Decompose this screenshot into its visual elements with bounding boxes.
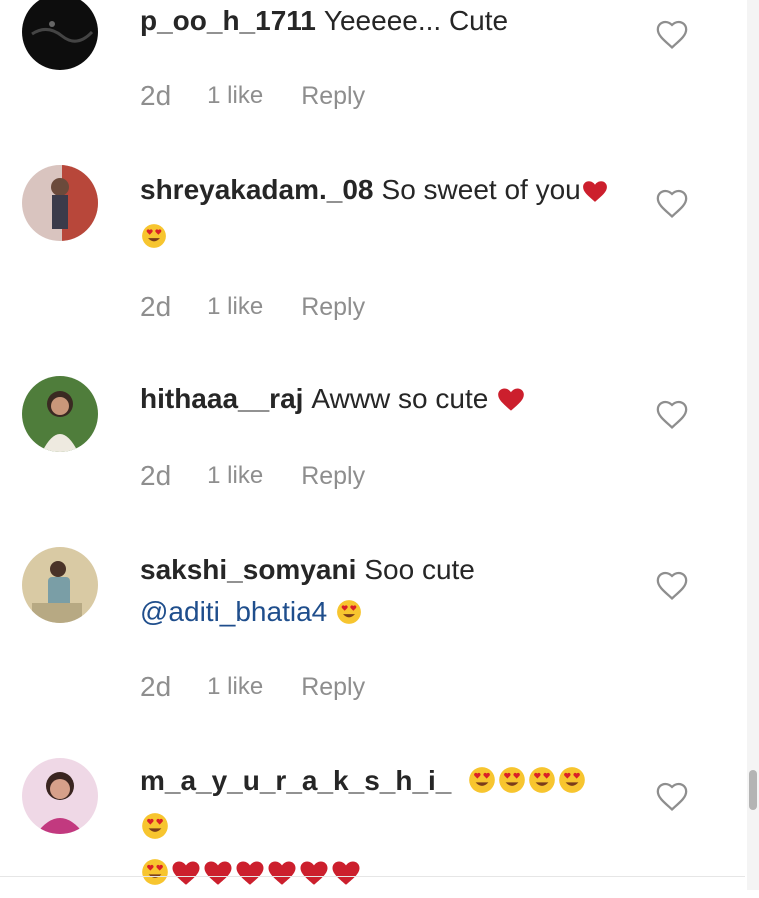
comment-body: Awww so cute <box>311 383 489 414</box>
heart-eyes-emoji-icon <box>528 764 556 806</box>
heart-eyes-emoji-icon <box>141 219 167 261</box>
comment-meta: 2d 1 like Reply <box>140 667 365 707</box>
red-heart-icon <box>235 856 265 898</box>
red-heart-icon <box>203 856 233 898</box>
red-heart-icon <box>171 856 201 898</box>
like-heart-icon[interactable] <box>655 18 689 50</box>
red-heart-icon <box>267 856 297 898</box>
comment-likes[interactable]: 1 like <box>207 293 263 321</box>
comment-text: shreyakadam._08 So sweet of you <box>140 169 610 261</box>
scrollbar-thumb[interactable] <box>749 770 757 810</box>
comment-body: Yeeeee... Cute <box>323 5 509 36</box>
scrollbar[interactable] <box>747 0 759 890</box>
comment-list: p_oo_h_1711 Yeeeee... Cute 2d 1 like Repl… <box>0 0 745 890</box>
reply-button[interactable]: Reply <box>301 673 365 702</box>
comment-body: So sweet of you <box>381 174 581 205</box>
red-heart-icon <box>582 173 608 215</box>
reply-button[interactable]: Reply <box>301 293 365 322</box>
divider <box>0 876 745 877</box>
heart-eyes-emoji-icon <box>141 810 169 852</box>
comment-username[interactable]: sakshi_somyani <box>140 554 356 585</box>
reply-button[interactable]: Reply <box>301 462 365 491</box>
comment-text: hithaaa__raj Awww so cute <box>140 378 610 424</box>
comment-username[interactable]: hithaaa__raj <box>140 383 303 414</box>
comment-likes[interactable]: 1 like <box>207 673 263 701</box>
comment-username[interactable]: shreyakadam._08 <box>140 174 374 205</box>
red-heart-icon <box>497 382 525 424</box>
avatar[interactable] <box>22 758 98 834</box>
reply-button[interactable]: Reply <box>301 82 365 111</box>
comment-time[interactable]: 2d <box>140 291 171 323</box>
comment-likes[interactable]: 1 like <box>207 82 263 110</box>
avatar[interactable] <box>22 165 98 241</box>
avatar[interactable] <box>22 376 98 452</box>
mention-link[interactable]: @aditi_bhatia4 <box>140 596 327 627</box>
comment-text: p_oo_h_1711 Yeeeee... Cute <box>140 0 610 42</box>
comment-likes[interactable]: 1 like <box>207 462 263 490</box>
comment-username[interactable]: p_oo_h_1711 <box>140 5 316 36</box>
comment-meta: 2d 1 like Reply <box>140 76 365 116</box>
heart-eyes-emoji-icon <box>468 764 496 806</box>
heart-eyes-emoji-icon <box>336 595 362 637</box>
comment-username[interactable]: m_a_y_u_r_a_k_s_h_i_ <box>140 765 451 796</box>
like-heart-icon[interactable] <box>655 780 689 812</box>
comment-time[interactable]: 2d <box>140 671 171 703</box>
comment-meta: 2d 1 like Reply <box>140 287 365 327</box>
comment-body: Soo cute <box>364 554 475 585</box>
comment-meta: 2d 1 like Reply <box>140 456 365 496</box>
comment-time[interactable]: 2d <box>140 80 171 112</box>
like-heart-icon[interactable] <box>655 398 689 430</box>
heart-eyes-emoji-icon <box>558 764 586 806</box>
red-heart-icon <box>331 856 361 898</box>
comment-time[interactable]: 2d <box>140 460 171 492</box>
avatar[interactable] <box>22 0 98 70</box>
avatar[interactable] <box>22 547 98 623</box>
like-heart-icon[interactable] <box>655 569 689 601</box>
red-heart-icon <box>299 856 329 898</box>
like-heart-icon[interactable] <box>655 187 689 219</box>
comment-text: sakshi_somyani Soo cute @aditi_bhatia4 <box>140 549 610 637</box>
heart-eyes-emoji-icon <box>498 764 526 806</box>
heart-eyes-emoji-icon <box>141 856 169 898</box>
comment-text: m_a_y_u_r_a_k_s_h_i_ <box>140 760 610 898</box>
